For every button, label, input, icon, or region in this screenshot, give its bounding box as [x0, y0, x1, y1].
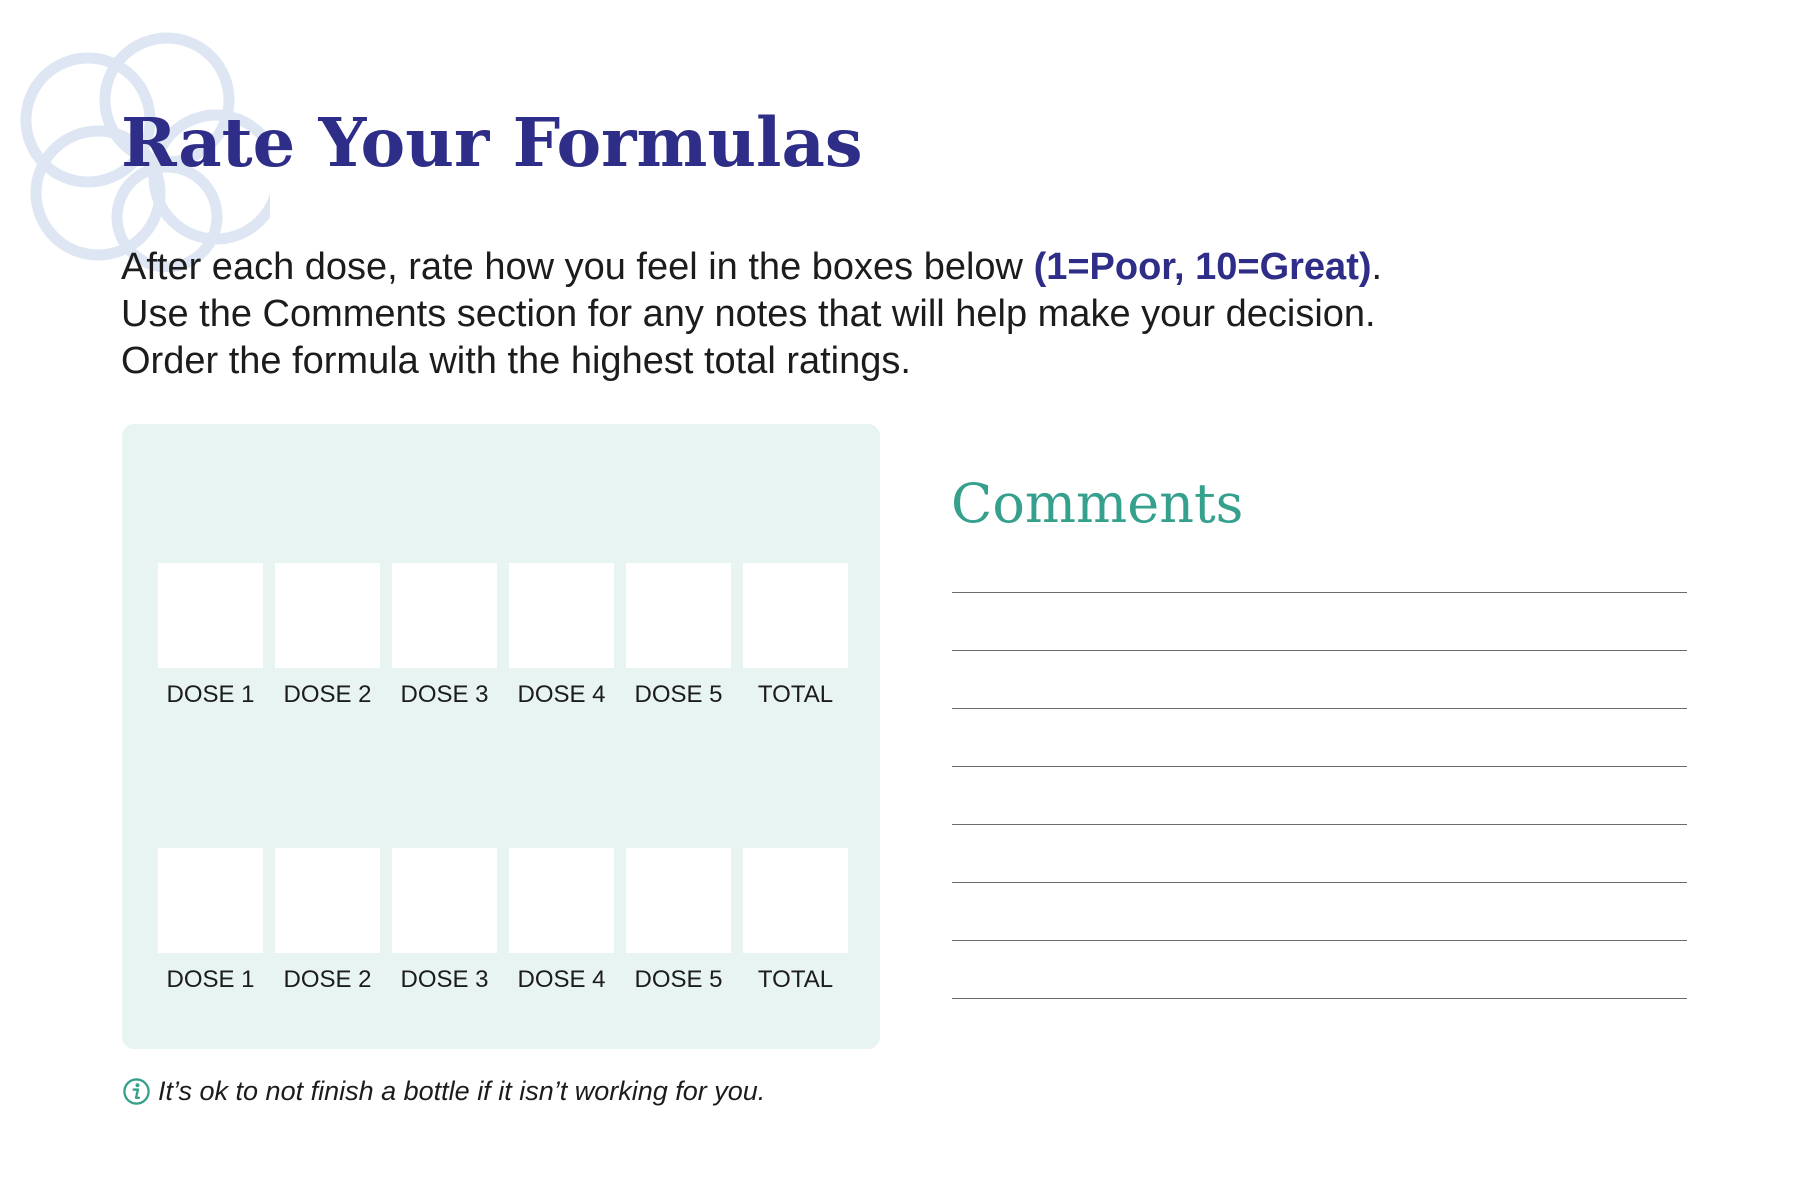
dose-3-rating-box[interactable] [392, 563, 497, 668]
rating-cell: DOSE 3 [392, 848, 497, 994]
rating-cell: DOSE 4 [509, 848, 614, 994]
rating-cell: DOSE 2 [275, 848, 380, 994]
comment-line[interactable] [952, 766, 1687, 767]
rating-cell: DOSE 5 [626, 563, 731, 709]
total-label: TOTAL [757, 966, 834, 993]
comment-line[interactable] [952, 650, 1687, 651]
rating-cell: TOTAL [743, 848, 848, 994]
info-icon [123, 1078, 150, 1105]
rating-cell: DOSE 5 [626, 848, 731, 994]
dose-4-label: DOSE 4 [517, 966, 606, 993]
total-rating-box[interactable] [743, 848, 848, 953]
comment-line[interactable] [952, 592, 1687, 593]
dose-5-rating-box[interactable] [626, 563, 731, 668]
dose-4-label: DOSE 4 [517, 681, 606, 708]
rating-row-1: DOSE 1 DOSE 2 DOSE 3 DOSE 4 DOSE 5 TOTAL [158, 563, 848, 709]
rating-scale-highlight: (1=Poor, 10=Great) [1033, 246, 1372, 288]
comment-line[interactable] [952, 998, 1687, 999]
comments-heading: Comments [951, 472, 1244, 535]
dose-2-rating-box[interactable] [275, 563, 380, 668]
dose-1-label: DOSE 1 [166, 966, 255, 993]
rating-cell: DOSE 4 [509, 563, 614, 709]
dose-1-label: DOSE 1 [166, 681, 255, 708]
instruction-line-2: Use the Comments section for any notes t… [121, 293, 1376, 335]
instruction-line-3: Order the formula with the highest total… [121, 340, 911, 382]
dose-2-rating-box[interactable] [275, 848, 380, 953]
dose-1-rating-box[interactable] [158, 563, 263, 668]
rating-cell: DOSE 2 [275, 563, 380, 709]
instruction-line-1-text: After each dose, rate how you feel in th… [121, 246, 1034, 288]
total-rating-box[interactable] [743, 563, 848, 668]
dose-3-label: DOSE 3 [400, 681, 489, 708]
footnote-text: It’s ok to not finish a bottle if it isn… [158, 1076, 766, 1106]
rating-panel: DOSE 1 DOSE 2 DOSE 3 DOSE 4 DOSE 5 TOTAL… [122, 424, 880, 1049]
footnote: It’s ok to not finish a bottle if it isn… [122, 1076, 765, 1107]
page-title: Rate Your Formulas [121, 103, 863, 182]
rating-row-2: DOSE 1 DOSE 2 DOSE 3 DOSE 4 DOSE 5 TOTAL [158, 848, 848, 994]
comment-line[interactable] [952, 882, 1687, 883]
instruction-line-1-end: . [1371, 246, 1383, 288]
dose-5-label: DOSE 5 [634, 681, 723, 708]
dose-5-rating-box[interactable] [626, 848, 731, 953]
comment-line[interactable] [952, 940, 1687, 941]
rating-cell: TOTAL [743, 563, 848, 709]
dose-3-label: DOSE 3 [400, 966, 489, 993]
total-label: TOTAL [757, 681, 834, 708]
dose-5-label: DOSE 5 [634, 966, 723, 993]
rating-cell: DOSE 1 [158, 563, 263, 709]
dose-1-rating-box[interactable] [158, 848, 263, 953]
instruction-line-1: After each dose, rate how you feel in th… [121, 244, 1681, 291]
comment-line[interactable] [952, 824, 1687, 825]
rating-cell: DOSE 1 [158, 848, 263, 994]
instructions: After each dose, rate how you feel in th… [121, 244, 1681, 385]
dose-2-label: DOSE 2 [283, 681, 372, 708]
dose-4-rating-box[interactable] [509, 848, 614, 953]
dose-3-rating-box[interactable] [392, 848, 497, 953]
dose-2-label: DOSE 2 [283, 966, 372, 993]
comment-line[interactable] [952, 708, 1687, 709]
dose-4-rating-box[interactable] [509, 563, 614, 668]
rating-cell: DOSE 3 [392, 563, 497, 709]
